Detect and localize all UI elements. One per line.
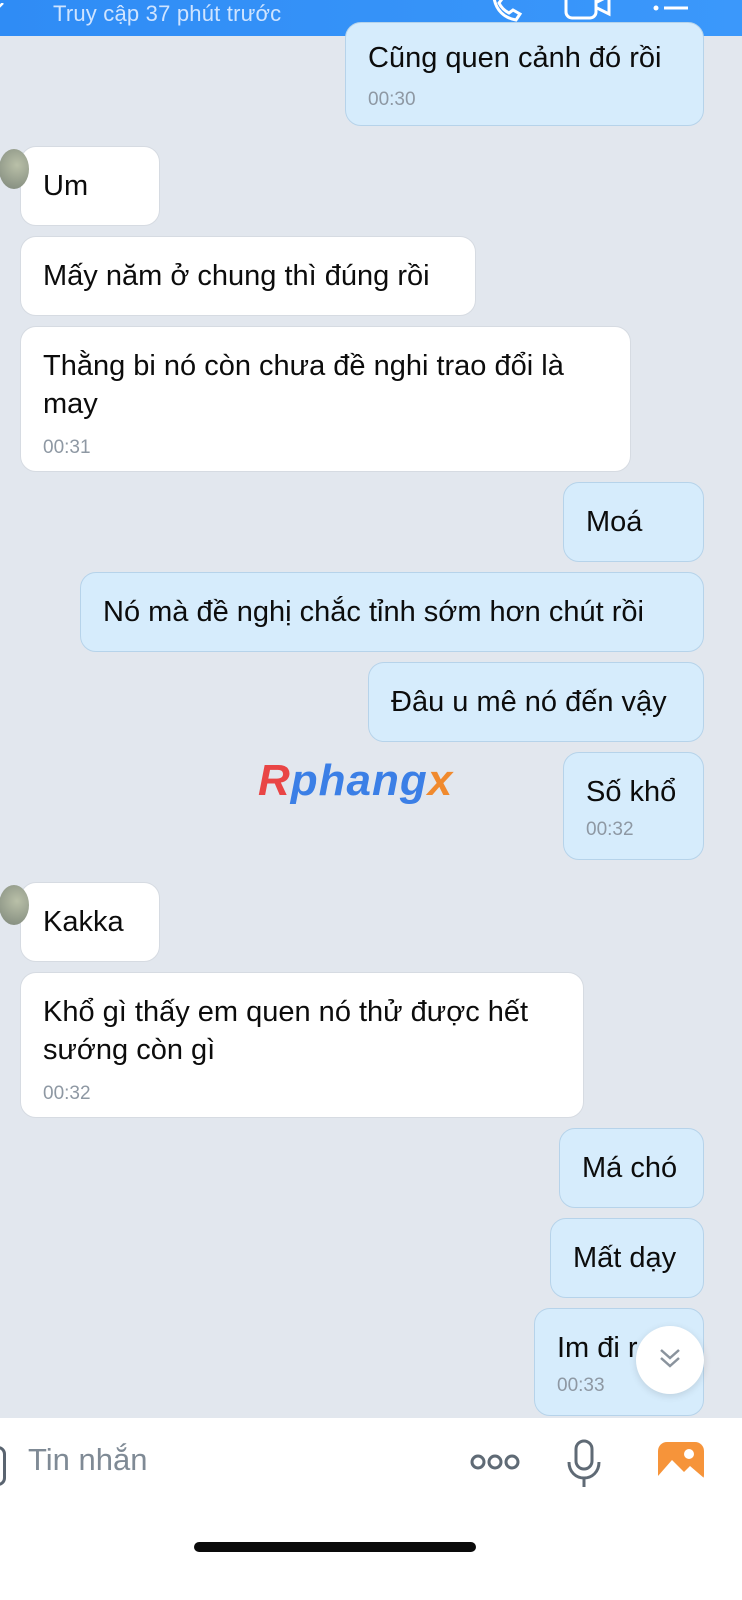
- home-indicator: [194, 1542, 476, 1552]
- message-bubble-incoming[interactable]: Khổ gì thấy em quen nó thử được hết sướn…: [20, 972, 584, 1118]
- more-options-icon[interactable]: [470, 1452, 520, 1477]
- message-input[interactable]: Tin nhắn: [28, 1442, 148, 1478]
- message-time: 00:32: [586, 819, 634, 840]
- message-text: Khổ gì thấy em quen nó thử được hết sướn…: [43, 996, 529, 1066]
- message-time: 00:31: [43, 437, 91, 458]
- message-bubble-outgoing[interactable]: Moá: [563, 482, 704, 562]
- message-text: Um: [43, 170, 89, 202]
- message-bubble-incoming[interactable]: Um: [0, 146, 160, 226]
- message-text: Đâu u mê nó đến vậy: [391, 686, 667, 718]
- message-bubble-outgoing[interactable]: Đâu u mê nó đến vậy: [368, 662, 704, 742]
- message-text: Im đi r: [557, 1332, 638, 1364]
- message-time: 00:32: [43, 1083, 91, 1104]
- chevron-double-down-icon: [656, 1344, 684, 1377]
- message-bubble-outgoing[interactable]: Nó mà đề nghị chắc tỉnh sớm hơn chút rồi: [80, 572, 704, 652]
- message-time: 00:30: [368, 89, 416, 110]
- message-bubble-outgoing[interactable]: Mất dạy: [550, 1218, 704, 1298]
- message-bubble-outgoing[interactable]: Số khổ 00:32: [563, 752, 704, 860]
- message-text: Moá: [586, 506, 643, 538]
- message-text: Thằng bi nó còn chưa đề nghi trao đổi là…: [43, 350, 564, 420]
- message-text: Số khổ: [586, 776, 677, 808]
- contact-avatar[interactable]: [0, 885, 29, 925]
- message-bubble-incoming[interactable]: Kakka: [0, 882, 160, 962]
- watermark-logo: Rphangx: [258, 756, 454, 805]
- message-text: Kakka: [43, 906, 124, 938]
- message-bubble-incoming[interactable]: Mấy năm ở chung thì đúng rồi: [20, 236, 476, 316]
- last-seen-status: Truy cập 37 phút trước: [53, 1, 282, 26]
- microphone-icon[interactable]: [564, 1438, 604, 1495]
- message-bubble-incoming[interactable]: Thằng bi nó còn chưa đề nghi trao đổi là…: [20, 326, 631, 472]
- message-bubble-outgoing[interactable]: Má chó: [559, 1128, 704, 1208]
- back-arrow-icon[interactable]: [0, 2, 6, 14]
- scroll-to-bottom-button[interactable]: [636, 1326, 704, 1394]
- sticker-icon[interactable]: [0, 1446, 6, 1486]
- image-gallery-icon[interactable]: [656, 1440, 706, 1491]
- contact-avatar[interactable]: [0, 149, 29, 189]
- message-text: Cũng quen cảnh đó rồi: [368, 42, 662, 74]
- message-text: Nó mà đề nghị chắc tỉnh sớm hơn chút rồi: [103, 596, 644, 628]
- message-composer: Tin nhắn: [0, 1418, 742, 1600]
- message-bubble-outgoing[interactable]: Cũng quen cảnh đó rồi 00:30: [345, 22, 704, 126]
- message-text: Mấy năm ở chung thì đúng rồi: [43, 260, 430, 292]
- message-text: Mất dạy: [573, 1242, 677, 1274]
- message-text: Má chó: [582, 1152, 678, 1184]
